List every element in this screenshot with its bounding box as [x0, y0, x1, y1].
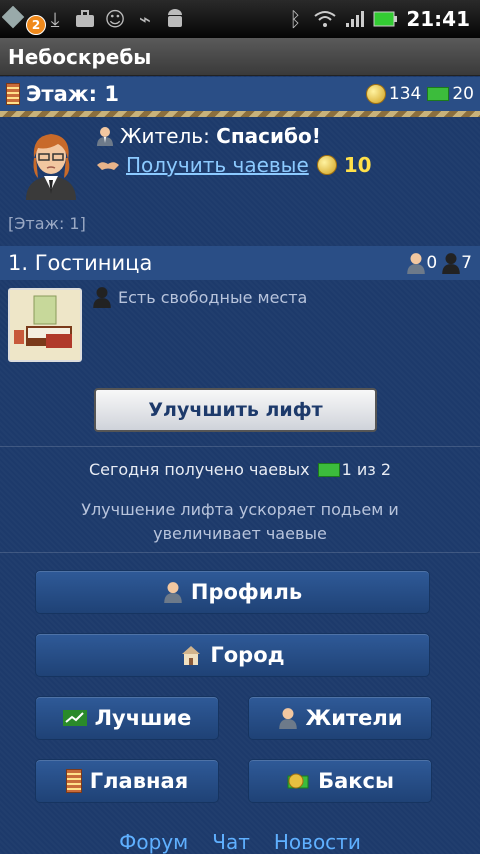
app-title-bar: Небоскребы	[0, 38, 480, 76]
app-notification-icon[interactable]	[0, 0, 30, 38]
tips-amount: 10	[343, 153, 372, 177]
hotel-counts: 0 7	[406, 252, 472, 274]
tips-row: Получить чаевые 10	[96, 153, 372, 177]
profile-button[interactable]: Профиль	[35, 570, 430, 614]
best-button[interactable]: Лучшие	[35, 696, 219, 740]
bucks-count: 20	[452, 84, 474, 104]
usb-icon: ⌁	[138, 7, 152, 31]
app-title: Небоскребы	[8, 44, 152, 69]
today-tips-value: 1 из 2	[341, 460, 392, 479]
profile-icon	[164, 582, 182, 603]
divider	[0, 446, 480, 447]
upgrade-elevator-button[interactable]: Улучшить лифт	[94, 388, 377, 432]
floor-note: [Этаж: 1]	[8, 214, 86, 233]
hotel-status: Есть свободные места	[92, 286, 307, 308]
today-tips: Сегодня получено чаевых 1 из 2	[0, 460, 480, 479]
divider	[0, 552, 480, 553]
notification-badge: 2	[26, 15, 46, 35]
main-label: Главная	[89, 769, 189, 793]
hotel-title: 1. Гостиница	[8, 251, 153, 275]
news-link[interactable]: Новости	[274, 830, 361, 854]
building-icon	[65, 769, 82, 793]
status-bar: 2 ⤓ ☺ ⌁ ᛒ 21:41	[0, 0, 480, 38]
residents-icon	[278, 708, 297, 729]
android-icon	[160, 0, 190, 38]
floor-divider	[0, 111, 480, 117]
resident-status: Житель: Спасибо!	[96, 124, 321, 148]
bucks-icon	[317, 462, 340, 477]
city-icon	[182, 646, 201, 665]
currency-display: 134 20	[365, 84, 474, 104]
building-icon	[6, 83, 20, 105]
battery-icon	[370, 0, 400, 38]
floor-header: Этаж: 1 134 20	[0, 77, 480, 111]
elevator-hint: Улучшение лифта ускоряет подьем и увелич…	[81, 500, 399, 543]
smiley-icon: ☺	[104, 7, 126, 31]
handshake-icon	[97, 162, 119, 170]
hotel-room-image[interactable]	[8, 288, 82, 362]
floor-title: Этаж: 1	[26, 82, 119, 106]
visitor-count-icon	[442, 253, 460, 274]
hotel-status-text: Есть свободные места	[118, 287, 308, 307]
resident-label: Житель:	[120, 124, 210, 148]
forum-link[interactable]: Форум	[119, 830, 188, 854]
city-button[interactable]: Город	[35, 633, 430, 677]
resident-count-icon	[407, 253, 426, 274]
bucks-label: Баксы	[318, 769, 394, 793]
clock: 21:41	[406, 7, 470, 31]
main-button[interactable]: Главная	[35, 759, 219, 803]
briefcase-icon	[70, 0, 100, 38]
get-tips-link[interactable]: Получить чаевые	[126, 153, 309, 177]
resident-message: Спасибо!	[216, 124, 321, 148]
residents-label: Жители	[305, 706, 403, 730]
today-tips-label: Сегодня получено чаевых	[88, 460, 310, 479]
residents-button[interactable]: Жители	[248, 696, 432, 740]
chart-up-icon	[62, 710, 87, 726]
residents-count: 0	[426, 253, 438, 273]
best-label: Лучшие	[94, 706, 192, 730]
footer-links: Форум Чат Новости	[0, 830, 480, 854]
coin-plus-icon	[316, 155, 337, 175]
bluetooth-icon: ᛒ	[289, 7, 302, 31]
bucks-button[interactable]: Баксы	[248, 759, 432, 803]
hotel-header[interactable]: 1. Гостиница 0 7	[0, 246, 480, 280]
resident-icon	[97, 127, 113, 146]
resident-avatar	[18, 128, 84, 200]
coins-count: 134	[388, 84, 422, 104]
bucks-icon	[427, 87, 450, 101]
city-label: Город	[210, 643, 285, 667]
bucks-coin-icon	[287, 773, 309, 789]
coin-icon	[365, 84, 386, 104]
profile-label: Профиль	[190, 580, 303, 604]
signal-icon	[340, 0, 370, 38]
chat-link[interactable]: Чат	[212, 830, 250, 854]
wifi-icon	[310, 0, 340, 38]
visitors-count: 7	[461, 253, 472, 273]
visitor-icon	[93, 287, 111, 308]
